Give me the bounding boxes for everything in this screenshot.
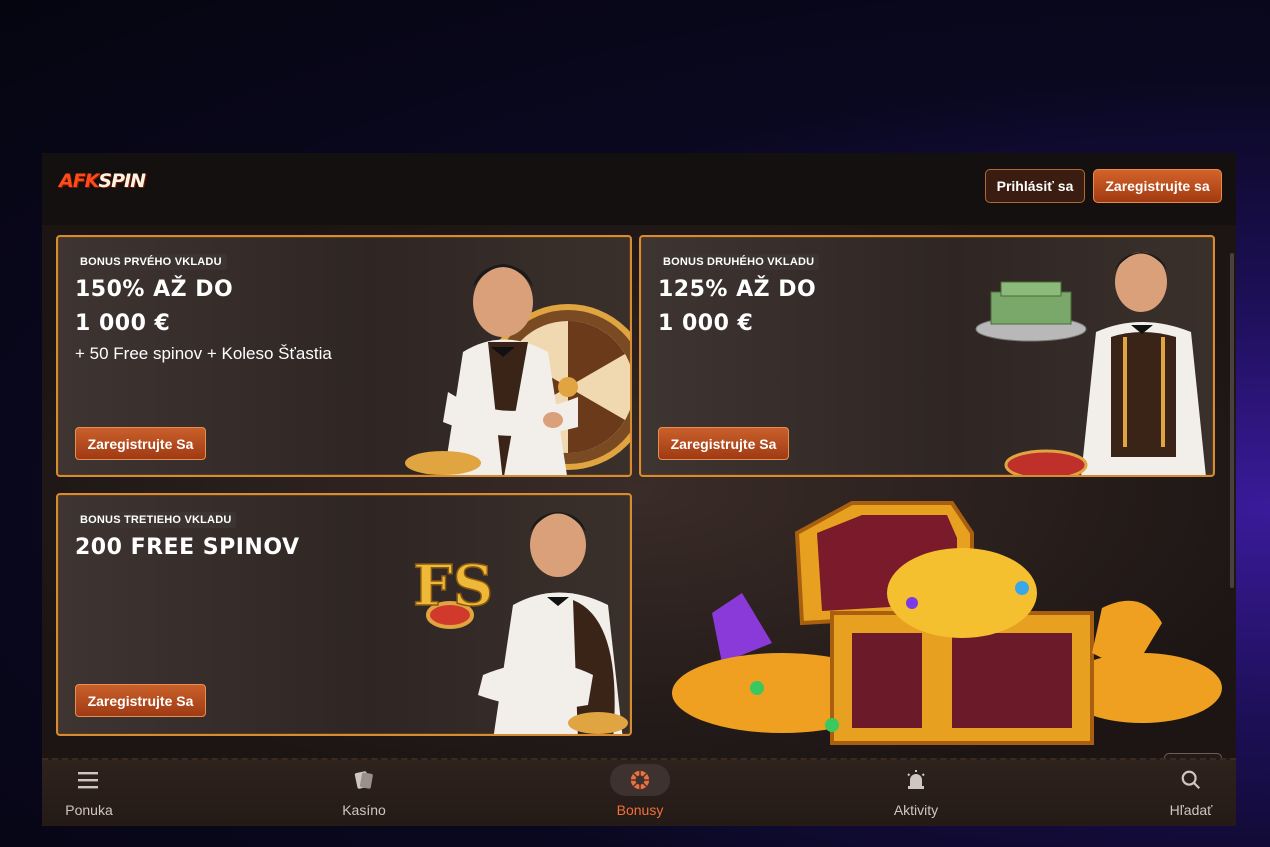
- treasure-chest-illustration: [672, 501, 1222, 745]
- nav-item-menu[interactable]: Ponuka: [42, 764, 149, 824]
- bonus-icon: [610, 764, 670, 796]
- bonus-extra: + 50 Free spinov + Koleso Šťastia: [75, 344, 332, 363]
- card-register-button[interactable]: Zaregistrujte Sa: [75, 684, 206, 717]
- nav-label: Hľadať: [1169, 802, 1213, 818]
- bonus-tag: BONUS TRETIEHO VKLADU: [75, 512, 237, 528]
- cards-icon: [334, 764, 394, 796]
- nav-item-casino[interactable]: Kasíno: [304, 764, 424, 824]
- nav-item-activities[interactable]: Aktivity: [856, 764, 976, 824]
- top-bar: AFKSPIN Prihlásiť sa Zaregistrujte sa: [42, 153, 1236, 225]
- siren-icon: [886, 764, 946, 796]
- nav-label: Kasíno: [342, 802, 386, 818]
- bonus-content: BONUS PRVÉHO VKLADU 150% AŽ DO 1 000 € +…: [42, 225, 1236, 810]
- nav-item-bonuses[interactable]: Bonusy: [580, 764, 700, 824]
- bonus-amount: 1 000 €: [75, 311, 171, 336]
- register-button[interactable]: Zaregistrujte sa: [1093, 169, 1222, 203]
- search-icon: [1161, 764, 1221, 796]
- card-register-button[interactable]: Zaregistrujte Sa: [75, 427, 206, 460]
- nav-label: Aktivity: [893, 802, 939, 818]
- bonus-card-second-deposit: BONUS DRUHÉHO VKLADU 125% AŽ DO 1 000 € …: [639, 235, 1215, 477]
- card-register-button[interactable]: Zaregistrujte Sa: [658, 427, 789, 460]
- fs-coin-icon: FS: [412, 552, 494, 629]
- bonus-headline: 200 FREE SPINOV: [75, 535, 300, 560]
- nav-label: Bonusy: [616, 802, 664, 818]
- bonus-card-first-deposit: BONUS PRVÉHO VKLADU 150% AŽ DO 1 000 € +…: [56, 235, 632, 477]
- nav-item-search[interactable]: Hľadať: [1131, 764, 1236, 824]
- app-window: AFKSPIN Prihlásiť sa Zaregistrujte sa BO…: [42, 153, 1236, 826]
- login-button[interactable]: Prihlásiť sa: [985, 169, 1085, 203]
- nav-label: Ponuka: [65, 802, 113, 818]
- logo-text-spin: SPIN: [98, 170, 146, 192]
- bottom-nav: Ponuka Kasíno Bonusy Aktivity Hľadať: [42, 758, 1236, 826]
- bonus-tag: BONUS DRUHÉHO VKLADU: [658, 254, 820, 270]
- logo-text-afk: AFK: [59, 170, 99, 192]
- bonus-amount: 1 000 €: [658, 311, 754, 336]
- bonus-card-third-deposit: FS BONUS TRETIEHO VKLADU 200 FREE SPINOV…: [56, 493, 632, 736]
- logo[interactable]: AFKSPIN: [59, 170, 146, 192]
- scrollbar[interactable]: [1230, 253, 1234, 588]
- menu-icon: [59, 764, 119, 796]
- bonus-headline: 150% AŽ DO: [75, 277, 234, 302]
- bonus-tag: BONUS PRVÉHO VKLADU: [75, 254, 227, 270]
- svg-text:FS: FS: [413, 553, 493, 619]
- bonus-headline: 125% AŽ DO: [658, 277, 817, 302]
